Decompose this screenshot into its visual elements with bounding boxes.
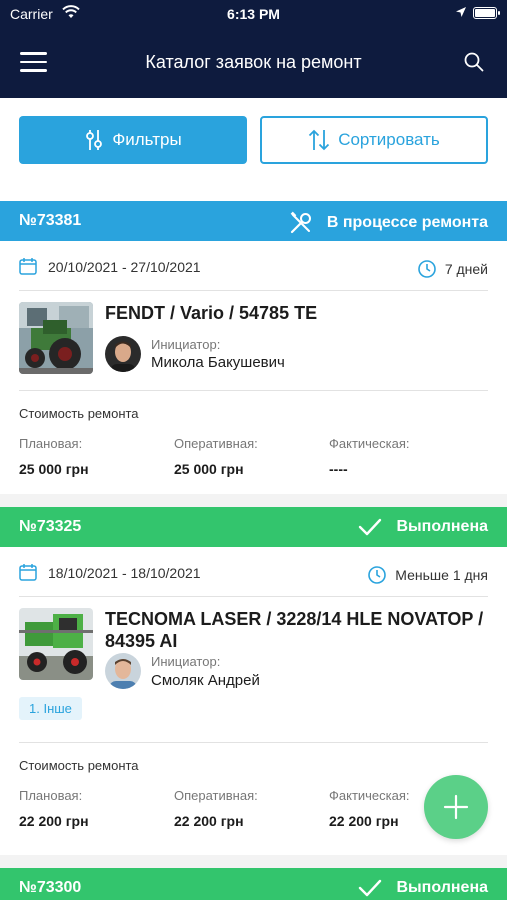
sort-arrows-icon xyxy=(309,129,330,151)
order-number: №73325 xyxy=(19,518,82,535)
search-icon[interactable] xyxy=(463,51,485,73)
filter-sliders-icon xyxy=(86,130,103,150)
avatar xyxy=(105,653,141,689)
planned-cost-value: 22 200 грн xyxy=(19,813,89,829)
battery-icon xyxy=(473,7,500,19)
wrench-screwdriver-icon xyxy=(290,211,311,234)
order-date-range: 18/10/2021 - 18/10/2021 xyxy=(48,565,201,581)
planned-cost-label: Плановая: xyxy=(19,788,83,803)
order-date-range: 20/10/2021 - 27/10/2021 xyxy=(48,259,201,275)
order-dates-row: 18/10/2021 - 18/10/2021 Меньше 1 дня xyxy=(19,547,488,597)
order-card[interactable]: №73300 Выполнена xyxy=(0,868,507,900)
clock: 6:13 PM xyxy=(227,6,280,22)
checkmark-icon xyxy=(359,518,382,536)
location-arrow-icon xyxy=(456,7,466,17)
actual-cost-value: ---- xyxy=(329,461,348,477)
machine-title: FENDT / Vario / 54785 TE xyxy=(105,303,318,323)
status-bar: Carrier 6:13 PM xyxy=(0,0,507,28)
planned-cost-label: Плановая: xyxy=(19,436,83,451)
cost-section: Стоимость ремонта Плановая: 22 200 грн О… xyxy=(19,743,488,847)
order-status: Выполнена xyxy=(396,518,488,535)
initiator-name: Микола Бакушевич xyxy=(151,354,285,371)
machine-info: TECNOMA LASER / 3228/14 HLE NOVATOP / 84… xyxy=(19,597,488,743)
initiator-label: Инициатор: xyxy=(151,337,221,352)
action-bar: Фильтры Сортировать xyxy=(0,98,507,200)
nav-bar: Каталог заявок на ремонт xyxy=(0,40,507,84)
top-bar: Carrier 6:13 PM Каталог заявок на ремонт xyxy=(0,0,507,98)
category-tag: 1. Інше xyxy=(19,697,82,720)
clock-icon xyxy=(368,566,387,584)
cost-label: Стоимость ремонта xyxy=(19,758,139,773)
order-card[interactable]: №73381 В процессе ремонта 20/10/2021 - 2… xyxy=(0,201,507,495)
operational-cost-value: 25 000 грн xyxy=(174,461,244,477)
actual-cost-value: 22 200 грн xyxy=(329,813,399,829)
filter-button-label: Фильтры xyxy=(112,130,182,149)
machine-info: FENDT / Vario / 54785 TE Инициатор: Мико… xyxy=(19,291,488,391)
order-status: В процессе ремонта xyxy=(326,214,488,231)
clock-icon xyxy=(418,260,436,278)
card-separator xyxy=(0,494,507,508)
actual-cost-label: Фактическая: xyxy=(329,436,410,451)
card-separator xyxy=(0,855,507,869)
operational-cost-value: 22 200 грн xyxy=(174,813,244,829)
machine-photo xyxy=(19,302,93,374)
order-duration: Меньше 1 дня xyxy=(395,567,488,583)
initiator-name: Смоляк Андрей xyxy=(151,672,260,689)
sort-button-label: Сортировать xyxy=(338,130,440,149)
order-status: Выполнена xyxy=(396,879,488,896)
cost-section: Стоимость ремонта Плановая: 25 000 грн О… xyxy=(19,391,488,495)
calendar-icon xyxy=(19,258,37,275)
order-number: №73381 xyxy=(19,212,82,229)
avatar xyxy=(105,336,141,372)
order-dates-row: 20/10/2021 - 27/10/2021 7 дней xyxy=(19,241,488,291)
actual-cost-label: Фактическая: xyxy=(329,788,410,803)
calendar-icon xyxy=(19,564,37,581)
page-title: Каталог заявок на ремонт xyxy=(145,52,362,72)
checkmark-icon xyxy=(359,879,382,897)
operational-cost-label: Оперативная: xyxy=(174,436,258,451)
order-number: №73300 xyxy=(19,879,82,896)
initiator-label: Инициатор: xyxy=(151,654,221,669)
order-card-header: №73381 В процессе ремонта xyxy=(0,201,507,241)
cost-label: Стоимость ремонта xyxy=(19,406,139,421)
planned-cost-value: 25 000 грн xyxy=(19,461,89,477)
machine-title: TECNOMA LASER / 3228/14 HLE NOVATOP / 84… xyxy=(105,609,484,651)
add-order-button[interactable] xyxy=(424,775,488,839)
filter-button[interactable]: Фильтры xyxy=(19,116,247,164)
machine-photo xyxy=(19,608,93,680)
order-card-header: №73300 Выполнена xyxy=(0,868,507,900)
order-duration: 7 дней xyxy=(444,261,488,277)
order-card-header: №73325 Выполнена xyxy=(0,507,507,547)
operational-cost-label: Оперативная: xyxy=(174,788,258,803)
sort-button[interactable]: Сортировать xyxy=(260,116,488,164)
plus-icon xyxy=(443,794,469,820)
